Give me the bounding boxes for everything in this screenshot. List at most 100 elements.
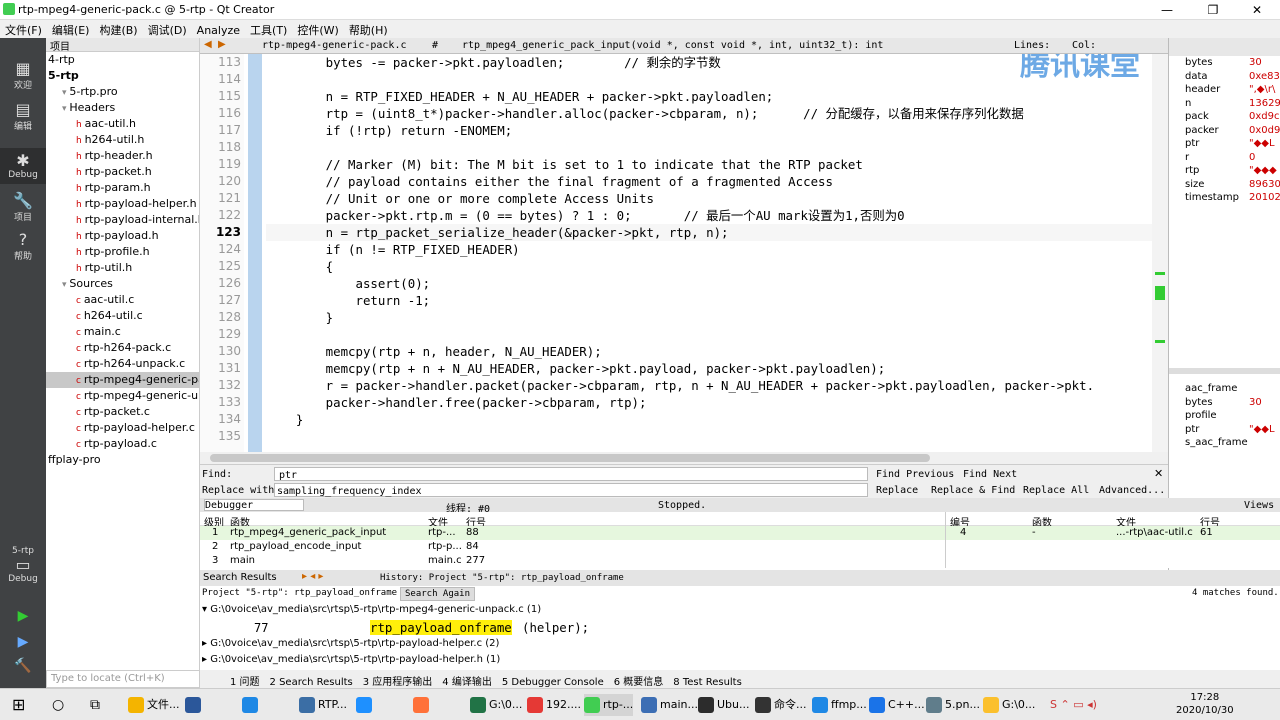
menu-window[interactable]: 控件(W) xyxy=(292,20,343,38)
taskbar-app[interactable]: Ubu... xyxy=(698,694,750,716)
output-tab[interactable]: 3 应用程序输出 xyxy=(363,677,433,688)
tree-item[interactable]: c aac-util.c xyxy=(46,292,199,308)
code-line[interactable]: // payload contains either the final fra… xyxy=(266,173,1156,190)
stack-frame-row[interactable]: 3 main main.c 277 xyxy=(200,554,945,568)
kit-selector[interactable]: 5-rtp ▭ Debug xyxy=(0,546,46,584)
tree-item[interactable]: h aac-util.h xyxy=(46,116,199,132)
locator-input[interactable]: Type to locate (Ctrl+K) xyxy=(46,670,200,688)
search-file-3[interactable]: ▸ G:\0voice\av_media\src\rtsp\5-rtp\rtp-… xyxy=(202,654,500,665)
output-tab[interactable]: 4 编译输出 xyxy=(442,677,492,688)
tree-item[interactable]: 5-rtp xyxy=(46,68,199,84)
close-find-icon[interactable]: ✕ xyxy=(1154,467,1163,480)
tree-item[interactable]: ▾ Headers xyxy=(46,100,199,116)
code-line[interactable] xyxy=(266,326,1156,343)
code-line[interactable]: memcpy(rtp + n, header, N_AU_HEADER); xyxy=(266,343,1156,360)
run-button[interactable]: ▶ xyxy=(0,608,46,624)
code-line[interactable]: r = packer->handler.packet(packer->cbpar… xyxy=(266,377,1156,394)
tree-item[interactable]: h h264-util.h xyxy=(46,132,199,148)
code-line[interactable]: memcpy(rtp + n + N_AU_HEADER, packer->pk… xyxy=(266,360,1156,377)
taskbar-app[interactable]: main... xyxy=(641,694,698,716)
variable-row[interactable]: ptr "◆◆L xyxy=(1169,423,1280,437)
code-folding-bar[interactable] xyxy=(248,54,262,452)
taskbar-app[interactable] xyxy=(185,694,204,716)
code-line[interactable]: packer->pkt.rtp.m = (0 == bytes) ? 1 : 0… xyxy=(266,207,1156,224)
symbol-combo[interactable]: rtp_mpeg4_generic_pack_input(void *, con… xyxy=(462,40,883,51)
code-area[interactable]: bytes -= packer->pkt.payloadlen; // 剩余的字… xyxy=(266,54,1156,452)
find-previous-button[interactable]: Find Previous xyxy=(876,469,954,480)
code-line[interactable]: if (n != RTP_FIXED_HEADER) xyxy=(266,241,1156,258)
code-line[interactable]: return -1; xyxy=(266,292,1156,309)
variable-row[interactable]: ptr "◆◆L xyxy=(1169,137,1280,151)
code-line[interactable] xyxy=(266,139,1156,156)
variable-row[interactable]: pack 0xd9c xyxy=(1169,110,1280,124)
menu-file[interactable]: 文件(F) xyxy=(0,20,47,38)
build-button[interactable]: 🔨 xyxy=(0,658,46,674)
variable-row[interactable]: s_aac_frame xyxy=(1169,436,1280,450)
tree-item[interactable]: h rtp-param.h xyxy=(46,180,199,196)
code-line[interactable]: rtp = (uint8_t*)packer->handler.alloc(pa… xyxy=(266,105,1156,122)
taskbar-app[interactable]: 192.... xyxy=(527,694,581,716)
minimize-button[interactable]: — xyxy=(1144,0,1190,20)
clock[interactable]: 17:28 2020/10/30 xyxy=(1176,691,1234,717)
find-input[interactable]: ptr xyxy=(274,467,868,481)
tree-item[interactable]: h rtp-payload-helper.h xyxy=(46,196,199,212)
variable-row[interactable]: size 89630 xyxy=(1169,178,1280,192)
views-button[interactable]: Views xyxy=(1244,500,1274,511)
tree-item[interactable]: c rtp-mpeg4-generic-pack.c xyxy=(46,372,199,388)
code-line[interactable]: if (!rtp) return -ENOMEM; xyxy=(266,122,1156,139)
forward-icon[interactable]: ▶ xyxy=(218,39,226,50)
tree-item[interactable]: h rtp-header.h xyxy=(46,148,199,164)
variable-row[interactable]: header ",◆\r\ xyxy=(1169,83,1280,97)
advanced-button[interactable]: Advanced... xyxy=(1099,485,1165,496)
taskbar-app[interactable]: RTP... xyxy=(299,694,347,716)
tree-item[interactable]: c rtp-payload.c xyxy=(46,436,199,452)
back-icon[interactable]: ◀ xyxy=(204,39,212,50)
search-match[interactable]: rtp_payload_onframe xyxy=(370,620,512,635)
code-line[interactable]: packer->handler.free(packer->cbparam, rt… xyxy=(266,394,1156,411)
mode-help[interactable]: ? 帮助 xyxy=(0,231,46,263)
code-line[interactable]: // Unit or one or more complete Access U… xyxy=(266,190,1156,207)
tree-item[interactable]: c h264-util.c xyxy=(46,308,199,324)
taskbar-app[interactable]: 文件... xyxy=(128,694,180,716)
taskbar-app[interactable]: rtp-... xyxy=(584,694,634,716)
tree-item[interactable]: h rtp-payload-internal.h xyxy=(46,212,199,228)
tree-item[interactable]: ▾ 5-rtp.pro xyxy=(46,84,199,100)
windows-start-icon[interactable]: ⊞ xyxy=(12,694,25,716)
replace-input[interactable]: sampling_frequency_index xyxy=(274,483,868,497)
code-line[interactable]: // Marker (M) bit: The M bit is set to 1… xyxy=(266,156,1156,173)
menu-debug[interactable]: 调试(D) xyxy=(143,20,192,38)
replace-button[interactable]: Replace xyxy=(876,485,918,496)
mode-edit[interactable]: ▤ 编辑 xyxy=(0,101,46,133)
taskbar-app[interactable]: 5.pn... xyxy=(926,694,980,716)
breakpoint-row[interactable]: 4 - ...-rtp\aac-util.c 61 xyxy=(946,526,1280,540)
code-line[interactable]: } xyxy=(266,411,1156,428)
tree-item[interactable]: c rtp-payload-helper.c xyxy=(46,420,199,436)
search-again-button[interactable]: Search Again xyxy=(400,587,476,601)
tree-item[interactable]: c rtp-h264-pack.c xyxy=(46,340,199,356)
tree-item[interactable]: ffplay-pro xyxy=(46,452,199,468)
tray-icons[interactable]: S ⌃ ▭ ◂) xyxy=(1050,694,1097,716)
output-tab[interactable]: 2 Search Results xyxy=(270,677,353,688)
variable-row[interactable]: data 0xe83 xyxy=(1169,70,1280,84)
variable-row[interactable]: n 13629 xyxy=(1169,97,1280,111)
tree-item[interactable]: c main.c xyxy=(46,324,199,340)
taskbar-app[interactable] xyxy=(413,694,432,716)
tree-item[interactable]: 4-rtp xyxy=(46,52,199,68)
open-file-combo[interactable]: rtp-mpeg4-generic-pack.c xyxy=(262,40,407,51)
taskbar-app[interactable] xyxy=(242,694,261,716)
nav-arrows-icon[interactable]: ▸ ◂ ▸ xyxy=(302,571,323,582)
code-line[interactable]: n = rtp_packet_serialize_header(&packer-… xyxy=(266,224,1156,241)
variable-row[interactable]: aac_frame xyxy=(1169,382,1280,396)
search-file-1[interactable]: ▾ G:\0voice\av_media\src\rtsp\5-rtp\rtp-… xyxy=(202,604,541,615)
tree-item[interactable]: h rtp-profile.h xyxy=(46,244,199,260)
maximize-button[interactable]: ❐ xyxy=(1190,0,1236,20)
variable-row[interactable]: bytes 30 xyxy=(1169,56,1280,70)
tree-item[interactable]: c rtp-h264-unpack.c xyxy=(46,356,199,372)
taskbar-app[interactable]: C++... xyxy=(869,694,925,716)
code-editor[interactable]: 113 114 115 116 117 118 119 120 121 122 123 124 125 1… xyxy=(200,54,1168,452)
code-line[interactable]: } xyxy=(266,309,1156,326)
editor-hscrollbar[interactable] xyxy=(200,452,1168,464)
task-view-icon[interactable]: ⧉ xyxy=(90,694,100,716)
editor-scrollbar[interactable] xyxy=(1152,54,1168,452)
variable-row[interactable]: profile xyxy=(1169,409,1280,423)
